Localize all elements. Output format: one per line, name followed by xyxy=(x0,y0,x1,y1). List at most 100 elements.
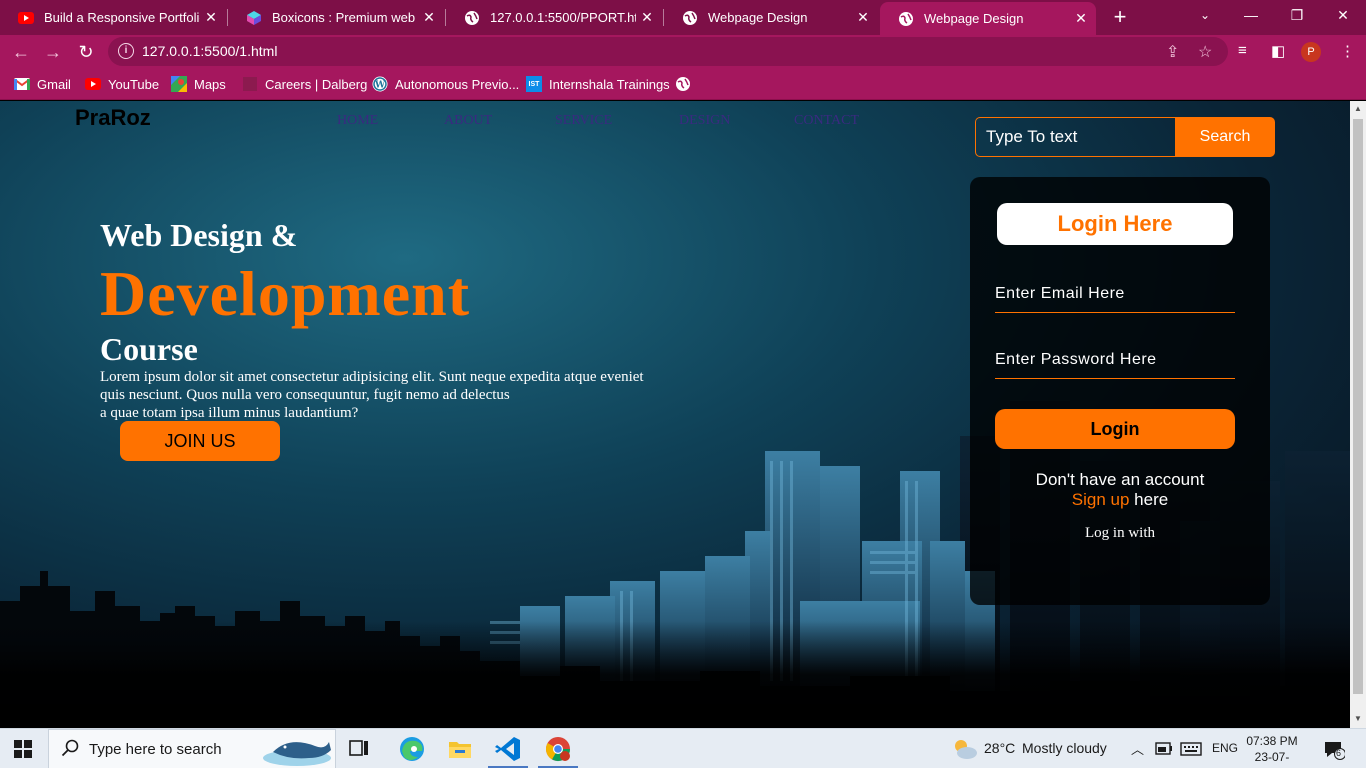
login-form: Login Here Enter Email Here Enter Passwo… xyxy=(970,177,1270,605)
bookmark-label: YouTube xyxy=(108,76,160,92)
close-icon[interactable]: ✕ xyxy=(852,9,874,26)
minimize-button[interactable]: — xyxy=(1228,0,1274,32)
page-viewport: PraRoz HOME ABOUT SERVICE DESIGN CONTACT… xyxy=(0,101,1350,728)
tab-title: 127.0.0.1:5500/PPORT.html xyxy=(490,10,636,25)
chrome-icon[interactable] xyxy=(544,735,572,763)
hero-paragraph-line: Lorem ipsum dolor sit amet consectetur a… xyxy=(100,369,644,385)
nav-contact[interactable]: CONTACT xyxy=(794,113,859,129)
nav-design[interactable]: DESIGN xyxy=(679,113,730,129)
forward-button[interactable]: → xyxy=(40,39,66,65)
login-with-text: Log in with xyxy=(1085,525,1155,541)
share-icon[interactable]: ⇪ xyxy=(1166,42,1179,62)
nav-home[interactable]: HOME xyxy=(337,113,378,129)
tab-webpage-design[interactable]: Webpage Design ✕ xyxy=(664,0,878,35)
bookmark-star-icon[interactable]: ☆ xyxy=(1198,42,1212,62)
hero-heading-main: Development xyxy=(100,258,471,329)
bookmark-label: Maps xyxy=(194,76,226,92)
bookmark-autonomous[interactable]: W Autonomous Previo... xyxy=(372,76,519,92)
globe-icon xyxy=(675,76,691,92)
join-us-button[interactable]: JOIN US xyxy=(120,421,280,461)
page-scrollbar[interactable]: ▲ ▼ xyxy=(1350,101,1366,728)
avatar[interactable]: P xyxy=(1301,42,1321,62)
search-icon xyxy=(61,739,79,762)
new-tab-button[interactable]: + xyxy=(1108,4,1132,30)
language-indicator[interactable]: ENG xyxy=(1212,741,1238,755)
signup-line-2: Sign up here xyxy=(970,490,1270,510)
tab-boxicons[interactable]: Boxicons : Premium web frien ✕ xyxy=(228,0,444,35)
close-icon[interactable]: ✕ xyxy=(418,9,440,26)
taskbar-search-box[interactable]: Type here to search xyxy=(48,729,336,768)
tab-title: Build a Responsive Portfolio W xyxy=(44,10,200,25)
site-logo[interactable]: PraRoz xyxy=(75,105,151,131)
youtube-icon xyxy=(85,76,101,92)
search-input[interactable]: Type To text xyxy=(975,117,1175,157)
browser-toolbar: ← → ↻ i 127.0.0.1:5500/1.html ⇪ ☆ ≡ ◧ P … xyxy=(0,35,1366,68)
login-title: Login Here xyxy=(997,203,1233,245)
tab-portfolio-video[interactable]: Build a Responsive Portfolio W ✕ xyxy=(0,0,226,35)
back-button[interactable]: ← xyxy=(8,39,34,65)
scroll-up-arrow-icon[interactable]: ▲ xyxy=(1350,104,1366,113)
weather-cloudy-icon[interactable] xyxy=(952,738,978,765)
tab-pport[interactable]: 127.0.0.1:5500/PPORT.html ✕ xyxy=(446,0,662,35)
nav-service[interactable]: SERVICE xyxy=(555,113,612,129)
hero-paragraph-line: a quae totam ipsa illum minus laudantium… xyxy=(100,405,359,421)
keyboard-icon[interactable] xyxy=(1180,742,1202,761)
svg-text:W: W xyxy=(374,81,386,91)
bookmark-globe[interactable] xyxy=(675,76,698,92)
bookmark-label: Careers | Dalberg xyxy=(265,76,368,92)
restore-button[interactable]: ❐ xyxy=(1274,0,1320,32)
youtube-icon xyxy=(18,10,34,26)
reading-list-icon[interactable]: ≡ xyxy=(1238,42,1247,59)
site-info-icon[interactable]: i xyxy=(118,43,134,59)
weather-temp[interactable]: 28°C xyxy=(984,740,1015,756)
globe-icon xyxy=(682,10,698,26)
browser-tab-bar: Build a Responsive Portfolio W ✕ Boxicon… xyxy=(0,0,1366,35)
weather-description[interactable]: Mostly cloudy xyxy=(1022,740,1107,756)
bookmark-gmail[interactable]: Gmail xyxy=(14,76,71,92)
bookmarks-bar: Gmail YouTube Maps Careers | Dalberg W A… xyxy=(0,68,1366,100)
vscode-icon[interactable] xyxy=(494,735,522,763)
password-field[interactable]: Enter Password Here xyxy=(995,351,1235,379)
bookmark-dalberg[interactable]: Careers | Dalberg xyxy=(242,76,367,92)
hero-heading-line1: Web Design & xyxy=(100,217,298,253)
windows-taskbar: Type here to search 28°C Mostly cloudy ︿… xyxy=(0,728,1366,768)
task-view-icon[interactable] xyxy=(348,739,376,767)
search-button[interactable]: Search xyxy=(1175,117,1275,157)
bookmark-internshala[interactable]: IST Internshala Trainings xyxy=(526,76,670,92)
kebab-menu-icon[interactable]: ⋮ xyxy=(1340,42,1355,60)
notification-icon[interactable] xyxy=(1323,739,1346,766)
bookmark-label: Gmail xyxy=(37,76,71,92)
close-icon[interactable]: ✕ xyxy=(1070,10,1092,27)
close-icon[interactable]: ✕ xyxy=(200,9,222,26)
tab-search-chevron-icon[interactable]: ⌄ xyxy=(1182,0,1228,32)
tab-title: Webpage Design xyxy=(924,11,1024,26)
battery-icon[interactable] xyxy=(1155,741,1173,762)
side-panel-icon[interactable]: ◧ xyxy=(1271,42,1285,60)
scrollbar-thumb[interactable] xyxy=(1353,119,1363,694)
clock-time: 07:38 PM xyxy=(1246,734,1298,748)
address-bar[interactable]: i 127.0.0.1:5500/1.html ⇪ ☆ xyxy=(108,37,1228,66)
windows-start-icon[interactable] xyxy=(14,740,32,763)
close-window-button[interactable]: ✕ xyxy=(1320,0,1366,32)
bookmark-maps[interactable]: Maps xyxy=(171,76,226,92)
chevron-up-icon[interactable]: ︿ xyxy=(1131,739,1144,758)
globe-icon xyxy=(898,11,914,27)
reload-button[interactable]: ↻ xyxy=(73,39,99,65)
taskbar-clock[interactable]: 07:38 PM 23-07-2023 xyxy=(1244,733,1300,768)
file-explorer-icon[interactable] xyxy=(446,735,474,763)
tab-webpage-design-active[interactable]: Webpage Design ✕ xyxy=(880,2,1096,35)
nav-about[interactable]: ABOUT xyxy=(444,113,492,129)
boxicons-icon xyxy=(246,10,262,26)
login-button[interactable]: Login xyxy=(995,409,1235,449)
email-field[interactable]: Enter Email Here xyxy=(995,285,1235,313)
wordpress-icon: W xyxy=(372,76,388,92)
tab-title: Boxicons : Premium web frien xyxy=(272,10,418,25)
edge-icon[interactable] xyxy=(398,735,426,763)
bookmark-youtube[interactable]: YouTube xyxy=(85,76,159,92)
signup-prompt: Don't have an account Sign up here xyxy=(970,470,1270,510)
signup-link[interactable]: Sign up xyxy=(1072,490,1130,509)
scroll-down-arrow-icon[interactable]: ▼ xyxy=(1350,714,1366,723)
globe-icon xyxy=(464,10,480,26)
gmail-icon xyxy=(14,76,30,92)
close-icon[interactable]: ✕ xyxy=(636,9,658,26)
